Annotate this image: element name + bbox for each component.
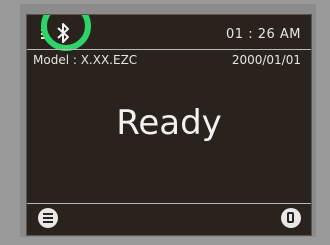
bottom-divider bbox=[27, 203, 311, 204]
device-screen: 01 : 26 AM Model : X.XX.EZC 2000/01/01 R… bbox=[26, 14, 312, 236]
model-label: Model : X.XX.EZC bbox=[33, 53, 138, 67]
status-bar: 01 : 26 AM bbox=[27, 15, 311, 53]
device-button[interactable] bbox=[281, 208, 301, 228]
device-icon bbox=[287, 212, 294, 223]
highlight-ring bbox=[41, 15, 91, 51]
top-divider bbox=[27, 49, 311, 50]
status-message: Ready bbox=[116, 103, 222, 143]
menu-icon bbox=[43, 213, 53, 215]
menu-button[interactable] bbox=[38, 208, 58, 228]
date-label: 2000/01/01 bbox=[231, 53, 301, 67]
clock-time: 01 : 26 AM bbox=[226, 27, 301, 42]
